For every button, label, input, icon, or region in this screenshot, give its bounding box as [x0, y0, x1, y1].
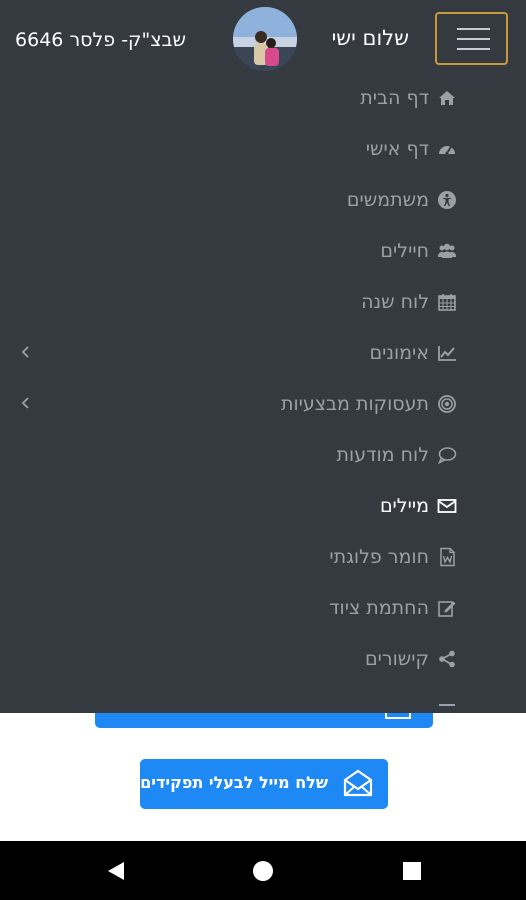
menu-toggle-button[interactable]: [435, 12, 508, 65]
menu-item-partial[interactable]: [0, 696, 526, 713]
home-icon: [439, 91, 455, 105]
menu-item-label: חומר פלוגתי: [329, 546, 429, 568]
hamburger-icon: [457, 48, 490, 50]
avatar-photo: [233, 7, 297, 71]
action-button-partial[interactable]: [95, 713, 433, 728]
chevron-left-icon: [21, 346, 29, 358]
chart-line-icon: [438, 346, 456, 361]
menu-item-label: מיילים: [379, 495, 429, 517]
menu-item-home[interactable]: דף הבית: [0, 84, 526, 135]
menu-item-soldiers[interactable]: חיילים: [0, 237, 526, 288]
unit-name: שבצ"ק- פלסר 6646: [15, 29, 186, 51]
menu-item-label: תעסוקות מבצעיות: [280, 393, 429, 415]
hamburger-icon: [457, 28, 490, 30]
open-envelope-icon: [343, 769, 373, 797]
menu-item-mails[interactable]: מיילים: [0, 492, 526, 543]
word-file-icon: [440, 547, 455, 567]
menu-item-label: דף אישי: [365, 138, 429, 160]
top-bar: שלום ישי שבצ"ק- פלסר 6646: [0, 0, 526, 82]
menu-item-links[interactable]: קישורים: [0, 645, 526, 696]
menu-item-trainings[interactable]: אימונים: [0, 339, 526, 390]
menu-item-label: משתמשים: [346, 189, 429, 211]
send-mail-button[interactable]: שלח מייל לבעלי תפקידים: [140, 759, 388, 809]
system-nav-bar: [0, 841, 526, 900]
button-icon: [385, 713, 411, 719]
menu-item-users[interactable]: משתמשים: [0, 186, 526, 237]
calendar-icon: [438, 294, 456, 311]
menu-item-label: אימונים: [369, 342, 430, 364]
menu-item-company-material[interactable]: חומר פלוגתי: [0, 543, 526, 594]
menu-item-operations[interactable]: תעסוקות מבצעיות: [0, 390, 526, 441]
menu-item-label: דף הבית: [360, 87, 429, 109]
menu-item-label: לוח שנה: [361, 291, 429, 313]
hamburger-icon: [457, 38, 490, 40]
comment-icon: [437, 447, 457, 465]
menu-item-noticeboard[interactable]: לוח מודעות: [0, 441, 526, 492]
share-icon: [439, 650, 455, 668]
send-mail-button-label: שלח מייל לבעלי תפקידים: [140, 773, 328, 792]
menu-item-label: חיילים: [380, 240, 429, 262]
menu-item-label: קישורים: [365, 648, 429, 670]
menu-item-calendar[interactable]: לוח שנה: [0, 288, 526, 339]
chevron-left-icon: [21, 397, 29, 409]
dashboard-icon: [439, 146, 455, 155]
back-triangle-icon[interactable]: [104, 859, 128, 883]
accessibility-icon: [438, 191, 456, 209]
recents-square-icon[interactable]: [400, 859, 424, 883]
edit-icon: [438, 601, 456, 617]
menu-item-equipment-signing[interactable]: החתמת ציוד: [0, 594, 526, 645]
greeting-text: שלום ישי: [331, 26, 409, 50]
list-icon: [439, 704, 455, 706]
users-icon: [438, 243, 456, 258]
envelope-icon: [437, 499, 457, 513]
menu-item-label: לוח מודעות: [336, 444, 429, 466]
nav-menu: דף הבית דף אישי משתמשים חיילים לוח שנה א…: [0, 82, 526, 713]
target-icon: [438, 395, 456, 413]
home-circle-icon[interactable]: [251, 859, 275, 883]
menu-item-personal[interactable]: דף אישי: [0, 135, 526, 186]
menu-item-label: החתמת ציוד: [329, 597, 429, 619]
avatar[interactable]: [233, 7, 297, 71]
main-content: שלח מייל לבעלי תפקידים: [0, 713, 526, 841]
